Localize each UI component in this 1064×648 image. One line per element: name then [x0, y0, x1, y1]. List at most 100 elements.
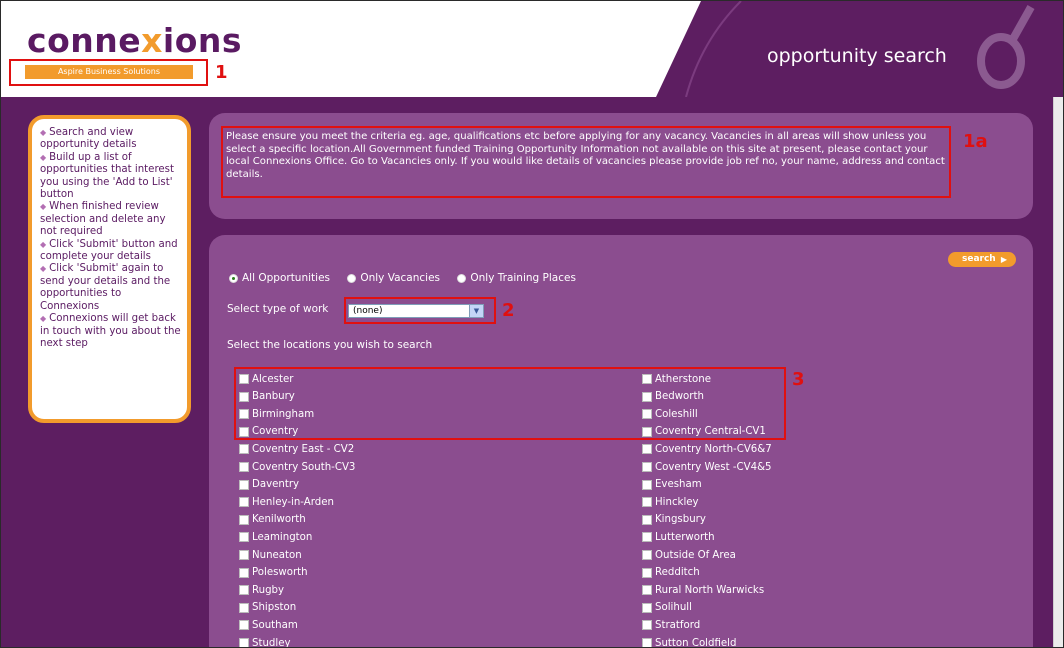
instruction-item: ◆ When finished review selection and dele…	[40, 201, 181, 238]
instruction-text: When finished review selection and delet…	[40, 201, 166, 238]
checkbox-icon[interactable]	[642, 602, 652, 613]
diamond-bullet-icon: ◆	[40, 128, 47, 137]
location-label: Kingsbury	[655, 514, 706, 526]
checkbox-icon[interactable]	[642, 532, 652, 543]
radio-only-vacancies[interactable]: Only Vacancies	[347, 272, 440, 284]
instruction-text: Build up a list of opportunities that in…	[40, 151, 174, 201]
instructions-sidebar: ◆ Search and view opportunity details ◆ Bu…	[28, 115, 191, 423]
location-label: Leamington	[252, 531, 313, 543]
location-checkbox[interactable]: Henley-in-Arden	[239, 495, 334, 509]
checkbox-icon[interactable]	[239, 462, 249, 472]
location-label: Daventry	[252, 479, 300, 491]
location-label: Kenilworth	[252, 514, 306, 526]
checkbox-icon[interactable]	[239, 514, 249, 525]
location-checkbox[interactable]: Rural North Warwicks	[642, 583, 764, 597]
radio-dot-icon	[229, 273, 238, 283]
location-label: Outside Of Area	[655, 549, 736, 561]
checkbox-icon[interactable]	[642, 497, 652, 508]
search-button-label: search	[962, 254, 996, 264]
instruction-item: ◆ Click 'Submit' button and complete your…	[40, 239, 181, 264]
location-checkbox[interactable]: Kingsbury	[642, 513, 706, 527]
instruction-item: ◆ Search and view opportunity details	[40, 127, 181, 152]
checkbox-icon[interactable]	[239, 444, 249, 455]
checkbox-icon[interactable]	[239, 550, 249, 560]
logo-part: nne	[70, 21, 142, 60]
location-checkbox[interactable]: Solihull	[642, 601, 692, 615]
checkbox-icon[interactable]	[642, 462, 652, 472]
location-checkbox[interactable]: Coventry West -CV4&5	[642, 460, 772, 474]
location-checkbox[interactable]: Coventry South-CV3	[239, 460, 355, 474]
checkbox-icon[interactable]	[642, 585, 652, 596]
instruction-text: Click 'Submit' again to send your detail…	[40, 263, 171, 312]
location-label: Shipston	[252, 602, 297, 614]
location-label: Sutton Coldfield	[655, 637, 737, 648]
location-label: Lutterworth	[655, 531, 715, 543]
checkbox-icon[interactable]	[239, 620, 249, 631]
type-of-work-label: Select type of work	[227, 303, 329, 315]
connexions-logo[interactable]: connexions	[27, 21, 242, 60]
location-checkbox[interactable]: Daventry	[239, 478, 299, 492]
page-frame: connexions Aspire Business Solutions opp…	[0, 0, 1064, 648]
arrow-right-icon: ▶	[1000, 255, 1007, 264]
location-checkbox[interactable]: Sutton Coldfield	[642, 636, 737, 648]
checkbox-icon[interactable]	[239, 602, 249, 613]
annotation-box-2	[344, 297, 496, 324]
annotation-label-1a: 1a	[963, 131, 988, 152]
checkbox-icon[interactable]	[642, 620, 652, 631]
location-checkbox[interactable]: Polesworth	[239, 566, 308, 580]
location-label: Redditch	[655, 567, 700, 579]
radio-label: Only Training Places	[470, 272, 576, 284]
location-label: Studley	[252, 637, 291, 648]
scrollbar[interactable]	[1053, 97, 1063, 647]
annotation-label-1: 1	[215, 62, 228, 83]
search-button[interactable]: search ▶	[948, 252, 1016, 267]
checkbox-icon[interactable]	[239, 567, 249, 578]
instruction-item: ◆ Build up a list of opportunities that i…	[40, 152, 181, 202]
location-checkbox[interactable]: Kenilworth	[239, 513, 306, 527]
location-checkbox[interactable]: Rugby	[239, 583, 284, 597]
location-label: Rugby	[252, 584, 285, 596]
location-label: Southam	[252, 619, 298, 631]
location-label: Polesworth	[252, 567, 308, 579]
location-checkbox[interactable]: Coventry East - CV2	[239, 442, 354, 456]
checkbox-icon[interactable]	[642, 444, 652, 455]
checkbox-icon[interactable]	[642, 479, 652, 490]
location-checkbox[interactable]: Stratford	[642, 618, 700, 632]
diamond-bullet-icon: ◆	[40, 314, 47, 324]
location-checkbox[interactable]: Coventry North-CV6&7	[642, 442, 772, 456]
location-checkbox[interactable]: Hinckley	[642, 495, 699, 509]
location-checkbox[interactable]: Redditch	[642, 566, 700, 580]
annotation-label-2: 2	[502, 300, 515, 321]
checkbox-icon[interactable]	[642, 638, 652, 647]
location-checkbox[interactable]: Nuneaton	[239, 548, 302, 562]
checkbox-icon[interactable]	[239, 532, 249, 543]
location-checkbox[interactable]: Southam	[239, 618, 298, 632]
annotation-label-3: 3	[792, 369, 805, 390]
location-label: Coventry West -CV4&5	[655, 461, 772, 473]
location-checkbox[interactable]: Evesham	[642, 478, 702, 492]
checkbox-icon[interactable]	[239, 479, 249, 490]
location-checkbox[interactable]: Outside Of Area	[642, 548, 736, 562]
annotation-box-3	[234, 367, 786, 440]
checkbox-icon[interactable]	[239, 638, 249, 647]
checkbox-icon[interactable]	[642, 550, 652, 560]
location-checkbox[interactable]: Lutterworth	[642, 530, 715, 544]
radio-label: All Opportunities	[242, 272, 330, 284]
location-label: Henley-in-Arden	[252, 496, 334, 508]
radio-all-opportunities[interactable]: All Opportunities	[229, 272, 330, 284]
logo-x: x	[141, 21, 163, 60]
location-checkbox[interactable]: Shipston	[239, 601, 296, 615]
radio-label: Only Vacancies	[360, 272, 441, 284]
location-checkbox[interactable]: Studley	[239, 636, 291, 648]
instruction-text: Click 'Submit' button and complete your …	[40, 238, 178, 263]
location-checkbox[interactable]: Leamington	[239, 530, 312, 544]
location-label: Coventry North-CV6&7	[655, 443, 772, 455]
logo-part: o	[47, 21, 71, 60]
checkbox-icon[interactable]	[642, 567, 652, 578]
checkbox-icon[interactable]	[239, 497, 249, 508]
checkbox-icon[interactable]	[239, 585, 249, 596]
location-label: Solihull	[655, 602, 692, 614]
checkbox-icon[interactable]	[642, 514, 652, 525]
locations-label: Select the locations you wish to search	[227, 339, 433, 351]
radio-only-training-places[interactable]: Only Training Places	[457, 272, 576, 284]
